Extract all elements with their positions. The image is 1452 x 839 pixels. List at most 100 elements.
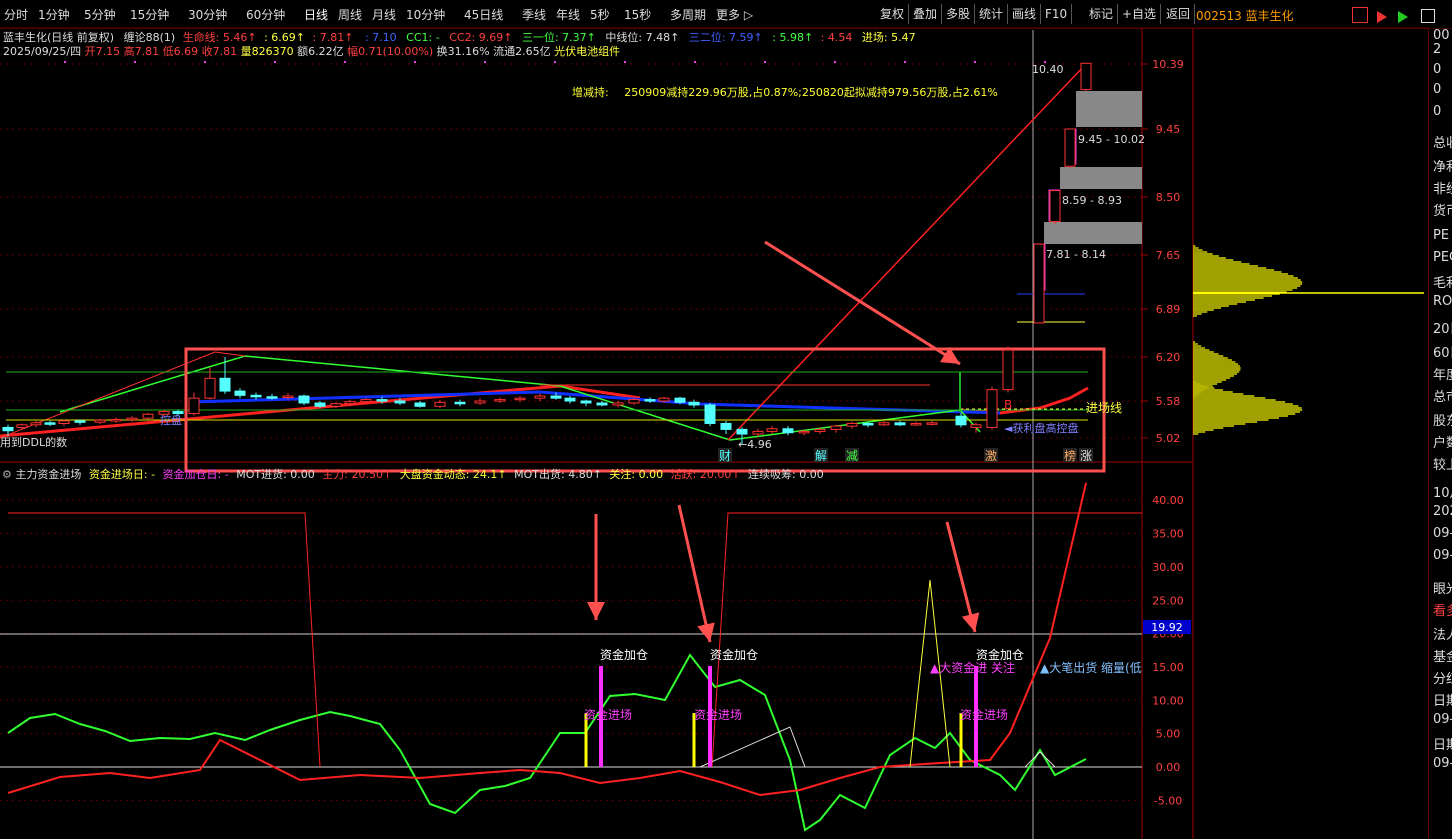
candle-body: [126, 417, 138, 421]
candle-body: [94, 419, 106, 423]
quote-line: 2025/09/25/四 开7.15 高7.81 低6.69 收7.81 量82…: [3, 43, 620, 59]
dot: [554, 61, 556, 63]
candle-body: [910, 422, 922, 426]
dot: [204, 61, 206, 63]
event-marker: 榜: [1064, 448, 1076, 463]
right-panel-item: 法人: [1433, 628, 1452, 643]
dot: [274, 61, 276, 63]
candle-body: [688, 401, 700, 406]
right-panel-item: 0: [1433, 82, 1442, 97]
peak-label: 10.40: [1032, 63, 1064, 76]
right-panel-item: ROE: [1433, 294, 1452, 309]
add-label-2: 资金加仓: [710, 647, 758, 662]
event-marker: 减: [846, 449, 858, 463]
candle-body: [736, 428, 748, 435]
right-panel-item: 09-: [1433, 548, 1452, 563]
event-marker: 解: [815, 449, 827, 463]
entry: 进场: 5.47: [861, 31, 916, 44]
candle-body: [628, 399, 640, 404]
candle-body: [955, 415, 967, 426]
candle-body: [814, 428, 826, 432]
dot: [484, 61, 486, 63]
add-label-1: 资金加仓: [600, 647, 648, 662]
right-panel-item: 00: [1433, 28, 1450, 43]
dot: [974, 61, 976, 63]
chip-box-2: [1060, 167, 1142, 189]
current-value: 19.92: [1151, 621, 1183, 634]
right-panel-item: 净利: [1433, 160, 1452, 175]
candle-body: [434, 401, 446, 407]
red-arrowhead: [961, 612, 980, 632]
candle-body: [782, 428, 794, 434]
candle-body: [986, 389, 998, 428]
right-panel-item: 总收: [1433, 136, 1452, 151]
ind-name[interactable]: 主力资金进场: [15, 468, 81, 481]
big-in-label: ▲大资金进 关注: [930, 660, 1015, 675]
candle-body: [926, 422, 938, 425]
price-tick: 5.02: [1156, 432, 1181, 445]
price-tick: 9.45: [1156, 123, 1181, 136]
red-arrowhead: [587, 602, 605, 620]
quote-date: 2025/09/25/四: [3, 45, 82, 58]
indicator-tick: -5.00: [1154, 794, 1182, 807]
right-panel-item: 日期: [1433, 738, 1452, 753]
price-tick: 10.39: [1152, 58, 1184, 71]
right-panel-item: PEG: [1433, 250, 1452, 265]
dot: [344, 61, 346, 63]
candle-body: [862, 422, 874, 426]
candle-body: [894, 422, 906, 426]
candle-body: [58, 420, 70, 424]
candle-body: [878, 422, 890, 426]
candle-body: [414, 402, 426, 407]
event-marker: 财: [719, 449, 731, 463]
left-label-1: 控盘: [160, 413, 182, 427]
green-indicator-line: [7, 653, 1087, 832]
candle-body: [30, 422, 42, 426]
dot: [764, 61, 766, 63]
dot: [134, 61, 136, 63]
profit-label: ◄获利盘高控盘: [1004, 421, 1078, 435]
ind-f2: 资金加仓日: -: [162, 468, 229, 481]
enter-label-3: 资金进场: [960, 707, 1008, 722]
candle-body: [74, 420, 86, 423]
indicator-tick: 0.00: [1156, 761, 1181, 774]
candle-body: [1002, 349, 1014, 391]
right-info-panel: 002000总收净利非经货币PEPEG毛利ROE20日60日年度总市股东户数较上…: [1428, 28, 1452, 839]
right-panel-item: 2: [1433, 42, 1442, 57]
enter-label-1: 资金进场: [584, 707, 632, 722]
candle-body: [234, 390, 246, 396]
right-panel-item: 非经: [1433, 182, 1452, 197]
red-indicator-line: [7, 482, 1087, 797]
kline-chart[interactable]: 10.39 9.45 8.50 7.65 6.89 6.20 5.58 5.02 40.00 35…: [0, 0, 1452, 839]
right-panel-item: 较上: [1433, 458, 1452, 473]
candle-body: [704, 404, 716, 424]
candle-body: [494, 399, 506, 402]
right-panel-item: 0: [1433, 62, 1442, 77]
candle-body: [282, 395, 294, 399]
ind-f5: 大盘资金动态: 24.1↑: [399, 468, 507, 481]
buy-marker: B: [1004, 398, 1012, 412]
candle-body: [1080, 62, 1092, 91]
enter-label-2: 资金进场: [694, 707, 742, 722]
right-panel-item: 0: [1433, 104, 1442, 119]
red-arrow: [677, 504, 712, 643]
right-panel-item: PE: [1433, 228, 1450, 243]
gear-icon[interactable]: ⚙: [2, 468, 12, 481]
big-out-label: ▲大笔出货 缩量(低: [1040, 660, 1142, 675]
quote-sector[interactable]: 光伏电池组件: [554, 45, 620, 58]
candle-body: [44, 422, 56, 425]
candle-body: [1049, 190, 1061, 223]
quote-turnover: 换31.16%: [436, 45, 490, 58]
candle-body: [970, 424, 982, 428]
candle-body: [644, 399, 656, 402]
dot: [834, 61, 836, 63]
indicator-tick: 30.00: [1152, 561, 1184, 574]
candle-body: [266, 396, 278, 399]
event-marker: 涨: [1080, 448, 1092, 463]
indicator-tick: 5.00: [1156, 728, 1181, 741]
candle-body: [298, 395, 310, 404]
candle-body: [720, 422, 732, 430]
price-tick: 8.50: [1156, 191, 1181, 204]
candle-body: [142, 413, 154, 419]
candle-body: [658, 397, 670, 402]
